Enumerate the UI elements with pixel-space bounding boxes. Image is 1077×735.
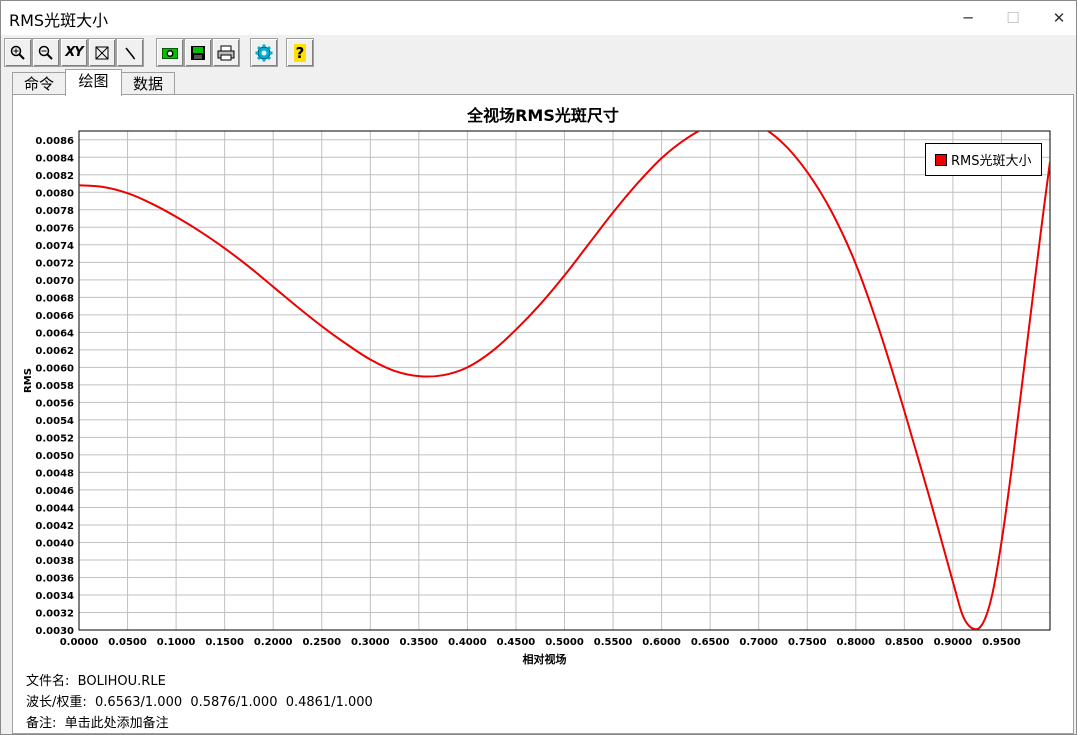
y-tick-label: 0.0046 xyxy=(35,486,74,497)
print-icon xyxy=(217,45,235,60)
file-value: BOLIHOU.RLE xyxy=(77,674,166,689)
wavelength-label: 波长/权重: xyxy=(26,695,87,710)
gear-icon xyxy=(255,44,273,61)
y-tick-label: 0.0048 xyxy=(35,468,74,479)
file-info: 文件名: BOLIHOU.RLE xyxy=(26,670,166,689)
help-icon: ? xyxy=(293,43,307,62)
toolbar: XY ? xyxy=(1,35,1076,69)
y-tick-label: 0.0040 xyxy=(35,538,74,549)
x-tick-label: 0.3500 xyxy=(400,637,439,648)
y-tick-label: 0.0068 xyxy=(35,293,74,304)
y-tick-label: 0.0030 xyxy=(35,626,74,637)
camera-button[interactable] xyxy=(156,38,184,67)
x-tick-label: 0.0000 xyxy=(60,637,99,648)
note-value[interactable]: 单击此处添加备注 xyxy=(65,716,169,731)
fit-view-button[interactable] xyxy=(88,38,116,67)
save-icon xyxy=(191,45,205,60)
y-tick-label: 0.0034 xyxy=(35,591,74,602)
y-tick-label: 0.0076 xyxy=(35,223,74,234)
y-tick-label: 0.0078 xyxy=(35,206,74,217)
x-tick-label: 0.7000 xyxy=(739,637,778,648)
y-tick-label: 0.0084 xyxy=(35,153,74,164)
y-tick-label: 0.0032 xyxy=(35,608,74,619)
x-tick-label: 0.3000 xyxy=(351,637,390,648)
help-button[interactable]: ? xyxy=(286,38,314,67)
note-info[interactable]: 备注: 单击此处添加备注 xyxy=(26,712,169,731)
y-tick-label: 0.0060 xyxy=(35,363,74,374)
x-tick-label: 0.0500 xyxy=(108,637,147,648)
y-tick-label: 0.0064 xyxy=(35,328,74,339)
close-button[interactable]: ✕ xyxy=(1036,1,1077,35)
x-tick-label: 0.5500 xyxy=(594,637,633,648)
legend-label: RMS光斑大小 xyxy=(951,154,1032,169)
app-window: RMS光斑大小 ─ ☐ ✕ XY ? 命令 绘图 数据 全视场RMS光斑尺寸 0… xyxy=(0,0,1077,735)
x-tick-label: 0.4500 xyxy=(497,637,536,648)
x-tick-label: 0.6500 xyxy=(691,637,730,648)
maximize-button[interactable]: ☐ xyxy=(990,1,1036,35)
x-tick-label: 0.8500 xyxy=(885,637,924,648)
fit-view-icon xyxy=(95,46,109,59)
y-tick-label: 0.0086 xyxy=(35,136,74,147)
y-tick-label: 0.0042 xyxy=(35,521,74,532)
wavelength-value: 0.6563/1.000 0.5876/1.000 0.4861/1.000 xyxy=(95,695,373,710)
y-tick-label: 0.0082 xyxy=(35,171,74,182)
pen-icon xyxy=(125,47,136,59)
pen-button[interactable] xyxy=(116,38,144,67)
y-tick-label: 0.0072 xyxy=(35,258,74,269)
plot-panel: 全视场RMS光斑尺寸 0.0000 0.0500 0.1000 0.1500 0.200… xyxy=(12,94,1074,734)
y-tick-label: 0.0052 xyxy=(35,433,74,444)
zoom-in-button[interactable] xyxy=(4,38,32,67)
xy-axis-button[interactable]: XY xyxy=(60,38,88,67)
y-tick-label: 0.0070 xyxy=(35,276,74,287)
y-tick-label: 0.0074 xyxy=(35,241,74,252)
xy-axis-icon: XY xyxy=(65,45,83,60)
tab-command[interactable]: 命令 xyxy=(12,72,66,95)
zoom-out-icon xyxy=(38,45,53,60)
zoom-out-button[interactable] xyxy=(32,38,60,67)
rms-chart[interactable]: 0.0000 0.0500 0.1000 0.1500 0.2000 0.2500 0.30… xyxy=(13,95,1073,673)
chart-legend[interactable]: RMS光斑大小 xyxy=(925,143,1042,176)
zoom-in-icon xyxy=(10,45,25,60)
window-title: RMS光斑大小 xyxy=(9,11,109,30)
x-tick-label: 0.1500 xyxy=(205,637,244,648)
tab-bar: 命令 绘图 数据 xyxy=(1,69,1076,96)
x-tick-label: 0.9000 xyxy=(934,637,973,648)
x-tick-label: 0.8000 xyxy=(837,637,876,648)
y-tick-label: 0.0044 xyxy=(35,503,74,514)
x-tick-label: 0.7500 xyxy=(788,637,827,648)
x-axis-label: 相对视场 xyxy=(523,652,567,666)
x-tick-label: 0.2000 xyxy=(254,637,293,648)
y-tick-label: 0.0066 xyxy=(35,311,74,322)
x-tick-label: 0.4000 xyxy=(448,637,487,648)
wavelength-info: 波长/权重: 0.6563/1.000 0.5876/1.000 0.4861/… xyxy=(26,691,373,710)
y-tick-label: 0.0036 xyxy=(35,573,74,584)
y-tick-label: 0.0058 xyxy=(35,381,74,392)
file-label: 文件名: xyxy=(26,674,70,689)
x-tick-label: 0.6000 xyxy=(642,637,681,648)
camera-icon xyxy=(162,47,178,59)
save-button[interactable] xyxy=(184,38,212,67)
tab-data[interactable]: 数据 xyxy=(121,72,175,95)
y-tick-label: 0.0080 xyxy=(35,188,74,199)
x-tick-label: 0.1000 xyxy=(157,637,196,648)
y-tick-label: 0.0054 xyxy=(35,416,74,427)
settings-button[interactable] xyxy=(250,38,278,67)
y-tick-label: 0.0056 xyxy=(35,398,74,409)
print-button[interactable] xyxy=(212,38,240,67)
note-label: 备注: xyxy=(26,716,57,731)
y-tick-label: 0.0038 xyxy=(35,556,74,567)
legend-swatch xyxy=(935,154,947,166)
y-axis-label: RMS xyxy=(23,368,34,393)
tab-plot[interactable]: 绘图 xyxy=(65,69,122,96)
y-tick-label: 0.0062 xyxy=(35,346,74,357)
minimize-button[interactable]: ─ xyxy=(945,1,991,35)
y-tick-label: 0.0050 xyxy=(35,451,74,462)
x-tick-label: 0.5000 xyxy=(545,637,584,648)
x-tick-label: 0.9500 xyxy=(982,637,1021,648)
title-bar[interactable]: RMS光斑大小 ─ ☐ ✕ xyxy=(1,1,1076,35)
x-tick-label: 0.2500 xyxy=(302,637,341,648)
